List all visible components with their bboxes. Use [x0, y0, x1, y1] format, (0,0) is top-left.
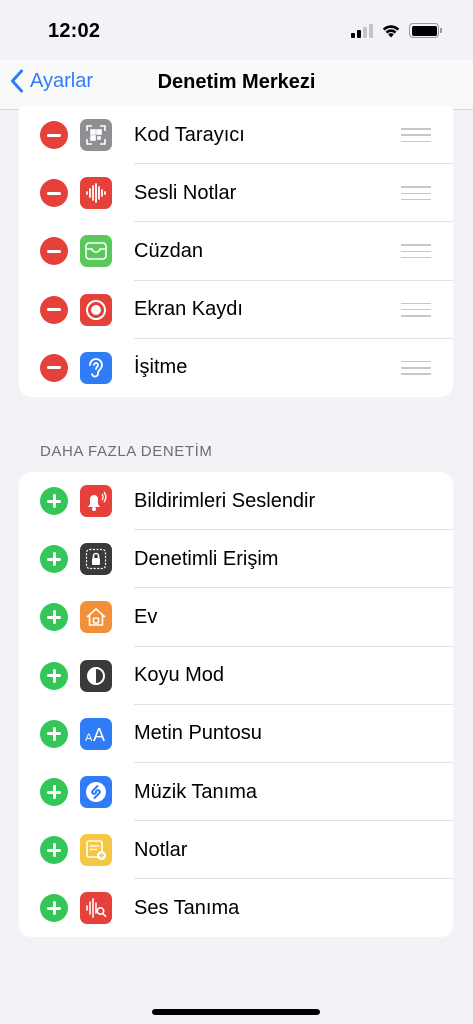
add-button[interactable]: [40, 661, 68, 690]
reorder-handle[interactable]: [401, 302, 431, 317]
list-item: İşitme: [19, 339, 453, 397]
included-controls-list: Kod Tarayıcı Sesli Notlar Cüzdan Ekran K…: [19, 106, 453, 397]
list-item: Denetimli Erişim: [19, 530, 453, 589]
add-button[interactable]: [40, 719, 68, 748]
control-label: Müzik Tanıma: [134, 780, 258, 803]
add-button[interactable]: [40, 778, 68, 807]
remove-button[interactable]: [40, 179, 68, 208]
reorder-handle[interactable]: [401, 186, 431, 201]
signal-icon: [351, 23, 373, 38]
control-label: Ev: [134, 605, 158, 628]
list-item: Koyu Mod: [19, 647, 453, 705]
control-label: Ses Tanıma: [134, 896, 240, 919]
list-item: Ekran Kaydı: [19, 281, 453, 339]
text-size-icon: A A: [80, 717, 112, 750]
status-bar: 12:02: [0, 0, 473, 60]
list-item: A A Metin Puntosu: [19, 705, 453, 763]
home-icon: [80, 601, 112, 634]
control-label: Metin Puntosu: [134, 722, 262, 745]
list-item: Ev: [19, 588, 453, 647]
record-icon: [80, 293, 112, 326]
notes-icon: [80, 834, 112, 867]
navigation-bar: Ayarlar Denetim Merkezi: [0, 60, 473, 110]
remove-button[interactable]: [40, 237, 68, 266]
list-item: Ses Tanıma: [19, 879, 453, 937]
wifi-icon: [382, 25, 400, 38]
remove-button[interactable]: [40, 353, 68, 382]
ear-icon: [80, 351, 112, 384]
svg-text:A: A: [93, 725, 105, 743]
control-label: İşitme: [134, 356, 188, 379]
reorder-handle[interactable]: [401, 244, 431, 259]
control-label: Notlar: [134, 838, 188, 861]
more-controls-list: Bildirimleri Seslendir Denetimli Erişim …: [19, 472, 453, 937]
status-icons: [351, 23, 442, 38]
list-item: Cüzdan: [19, 222, 453, 281]
page-title: Denetim Merkezi: [157, 71, 316, 93]
list-item: Kod Tarayıcı: [19, 106, 453, 165]
home-indicator[interactable]: [152, 1009, 320, 1015]
add-button[interactable]: [40, 603, 68, 632]
battery-icon: [409, 23, 442, 38]
list-item: Notlar: [19, 821, 453, 880]
status-time: 12:02: [48, 20, 101, 42]
add-button[interactable]: [40, 894, 68, 923]
add-button[interactable]: [40, 487, 68, 516]
remove-button[interactable]: [40, 295, 68, 324]
list-item: Müzik Tanıma: [19, 763, 453, 822]
lock-icon: [80, 543, 112, 576]
remove-button[interactable]: [40, 121, 68, 150]
control-label: Kod Tarayıcı: [134, 123, 245, 146]
list-item: Sesli Notlar: [19, 164, 453, 223]
wallet-icon: [80, 235, 112, 268]
add-button[interactable]: [40, 836, 68, 865]
list-item: Bildirimleri Seslendir: [19, 472, 453, 531]
add-button[interactable]: [40, 545, 68, 574]
control-label: Koyu Mod: [134, 664, 225, 687]
svg-text:A: A: [85, 732, 93, 743]
section-header: DAHA FAZLA DENETİM: [40, 443, 213, 460]
shazam-icon: [80, 776, 112, 809]
dark-mode-icon: [80, 659, 112, 692]
control-label: Bildirimleri Seslendir: [134, 489, 316, 512]
qr-code-icon: [80, 119, 112, 152]
control-label: Denetimli Erişim: [134, 547, 279, 570]
sound-recognition-icon: [80, 892, 112, 925]
control-label: Cüzdan: [134, 239, 203, 262]
waveform-icon: [80, 177, 112, 210]
reorder-handle[interactable]: [401, 128, 431, 143]
control-label: Sesli Notlar: [134, 181, 237, 204]
control-label: Ekran Kaydı: [134, 298, 243, 321]
announce-bell-icon: [80, 485, 112, 518]
reorder-handle[interactable]: [401, 360, 431, 375]
